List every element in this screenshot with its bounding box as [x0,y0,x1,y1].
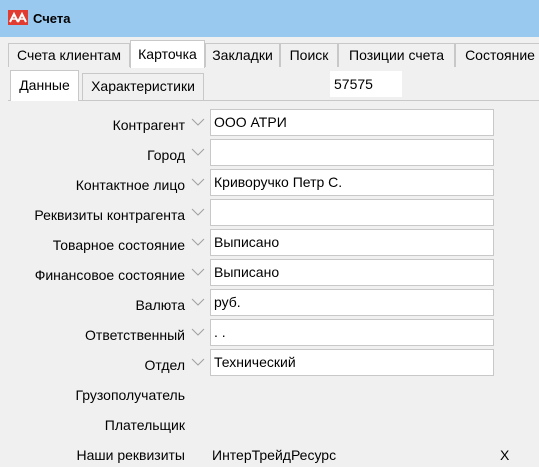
tab-invoice-items[interactable]: Позиции счета [338,43,455,67]
tab-status[interactable]: Состояние [455,43,539,67]
responsible-label: Ответственный [85,327,185,343]
currency-dropdown-icon[interactable] [191,289,207,315]
contact-person-label: Контактное лицо [75,177,185,193]
city-label: Город [147,147,185,163]
document-number: 57575 [330,71,402,97]
department-field[interactable]: Технический [210,349,494,376]
remove-our-details-button[interactable]: X [500,447,509,463]
counterparty-details-dropdown-icon[interactable] [191,199,207,225]
counterparty-details-label: Реквизиты контрагента [34,207,185,223]
counterparty-field[interactable]: ООО АТРИ [210,109,494,136]
window-title: Счета [33,11,71,26]
goods-status-dropdown-icon[interactable] [191,229,207,255]
our-details-value[interactable]: ИнтерТрейдРесурс [212,447,336,463]
main-tabs: Счета клиентам Карточка Закладки Поиск П… [0,37,539,68]
title-bar: Счета [0,0,539,37]
subtab-data[interactable]: Данные [10,70,79,101]
subtab-characteristics[interactable]: Характеристики [82,73,204,100]
subtabs-divider [8,100,539,101]
department-label: Отдел [144,357,186,373]
responsible-field[interactable]: . . [210,319,494,346]
financial-status-label: Финансовое состояние [34,267,185,283]
counterparty-label: Контрагент [112,117,185,133]
financial-status-field[interactable]: Выписано [210,259,494,286]
department-dropdown-icon[interactable] [191,349,207,375]
financial-status-dropdown-icon[interactable] [191,259,207,285]
goods-status-label: Товарное состояние [52,237,185,253]
contact-person-field[interactable]: Криворучко Петр С. [210,169,494,196]
currency-field[interactable]: руб. [210,289,494,316]
card-panel: Данные Характеристики 57575 Контрагент О… [0,67,539,467]
our-details-label: Наши реквизиты [76,447,185,463]
payer-label: Плательщик [104,417,185,433]
app-logo-icon [8,10,28,25]
tab-accounts[interactable]: Счета клиентам [8,43,130,67]
goods-status-field[interactable]: Выписано [210,229,494,256]
tab-search[interactable]: Поиск [280,43,338,67]
counterparty-details-field[interactable] [210,199,494,226]
city-field[interactable] [210,139,494,166]
tab-bookmarks[interactable]: Закладки [205,43,280,67]
responsible-dropdown-icon[interactable] [191,319,207,345]
tab-card[interactable]: Карточка [130,40,205,68]
currency-label: Валюта [135,297,185,313]
contact-person-dropdown-icon[interactable] [191,169,207,195]
counterparty-dropdown-icon[interactable] [191,109,207,135]
consignee-label: Грузополучатель [75,387,185,403]
city-dropdown-icon[interactable] [191,139,207,165]
